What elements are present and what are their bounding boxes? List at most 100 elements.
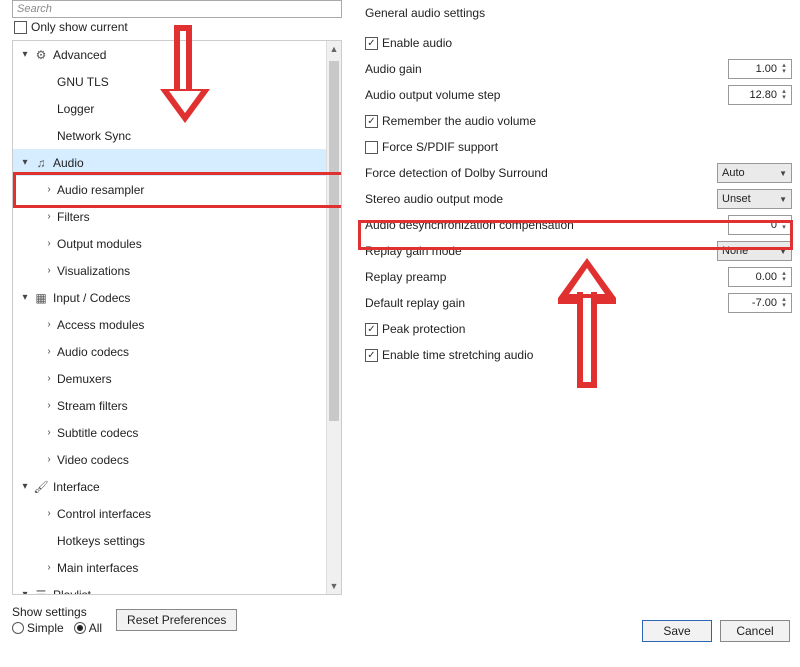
remember-volume-checkbox[interactable] <box>365 115 378 128</box>
tree-label: Audio <box>53 156 326 170</box>
tree-item-subtitle-codecs[interactable]: › Subtitle codecs <box>13 419 326 446</box>
default-replay-gain-input[interactable]: -7.00 ▴▾ <box>728 293 792 313</box>
numeric-value: 0.00 <box>733 271 779 283</box>
chevron-right-icon: › <box>43 562 55 573</box>
setting-label: Replay preamp <box>365 270 446 284</box>
force-spdif-checkbox[interactable] <box>365 141 378 154</box>
save-button[interactable]: Save <box>642 620 712 642</box>
force-spdif-row[interactable]: Force S/PDIF support <box>365 134 795 160</box>
peak-protection-row[interactable]: Peak protection <box>365 316 795 342</box>
volume-step-input[interactable]: 12.80 ▴▾ <box>728 85 792 105</box>
chevron-down-icon: ▾ <box>19 481 31 492</box>
tree-item-control-interfaces[interactable]: › Control interfaces <box>13 500 326 527</box>
tree-label: Input / Codecs <box>53 291 326 305</box>
radio-label: All <box>89 621 102 635</box>
spinner-icon[interactable]: ▴▾ <box>779 89 789 101</box>
tree-item-logger[interactable]: Logger <box>13 95 326 122</box>
tree-label: Advanced <box>53 48 326 62</box>
stereo-mode-select[interactable]: Unset ▼ <box>717 189 792 209</box>
radio-icon <box>74 622 86 634</box>
search-input[interactable]: Search <box>12 0 342 18</box>
reset-preferences-button[interactable]: Reset Preferences <box>116 609 237 631</box>
tree-label: Playlist <box>53 588 326 596</box>
show-all-radio[interactable]: All <box>74 621 102 635</box>
tree-item-visualizations[interactable]: › Visualizations <box>13 257 326 284</box>
tree-item-playlist[interactable]: ▾ ☰ Playlist <box>13 581 326 595</box>
tree-item-demuxers[interactable]: › Demuxers <box>13 365 326 392</box>
show-settings-label: Show settings <box>12 605 102 619</box>
scroll-thumb[interactable] <box>329 61 339 421</box>
scroll-up-icon[interactable]: ▲ <box>327 41 341 57</box>
setting-label: Force S/PDIF support <box>382 140 498 154</box>
scroll-down-icon[interactable]: ▼ <box>327 578 341 594</box>
cancel-button[interactable]: Cancel <box>720 620 790 642</box>
only-show-current-label: Only show current <box>31 20 128 34</box>
spinner-icon[interactable]: ▴▾ <box>779 297 789 309</box>
tree-item-input-codecs[interactable]: ▾ ▦ Input / Codecs <box>13 284 326 311</box>
chevron-down-icon: ▼ <box>779 169 787 178</box>
setting-label: Stereo audio output mode <box>365 192 503 206</box>
tree-item-stream-filters[interactable]: › Stream filters <box>13 392 326 419</box>
tree-scrollbar[interactable]: ▲ ▼ <box>326 41 341 594</box>
tree-item-audio-codecs[interactable]: › Audio codecs <box>13 338 326 365</box>
tree-item-filters[interactable]: › Filters <box>13 203 326 230</box>
remember-volume-row[interactable]: Remember the audio volume <box>365 108 795 134</box>
only-show-current-row[interactable]: Only show current <box>12 18 342 40</box>
tree-item-video-codecs[interactable]: › Video codecs <box>13 446 326 473</box>
spinner-icon[interactable]: ▴▾ <box>779 219 789 231</box>
replay-preamp-input[interactable]: 0.00 ▴▾ <box>728 267 792 287</box>
gear-icon: ⚙ <box>33 48 49 62</box>
select-value: Unset <box>722 193 751 205</box>
chevron-right-icon: › <box>43 238 55 249</box>
tree-item-audio[interactable]: ▾ ♫ Audio <box>13 149 326 176</box>
enable-audio-row[interactable]: Enable audio <box>365 30 795 56</box>
chevron-down-icon: ▾ <box>19 292 31 303</box>
enable-audio-checkbox[interactable] <box>365 37 378 50</box>
chevron-right-icon: › <box>43 319 55 330</box>
numeric-value: 0 <box>733 219 779 231</box>
spinner-icon[interactable]: ▴▾ <box>779 271 789 283</box>
footer-right: Save Cancel <box>642 620 790 642</box>
numeric-value: 1.00 <box>733 63 779 75</box>
music-note-icon: ♫ <box>33 156 49 170</box>
footer-left: Show settings Simple All Reset Preferenc… <box>12 605 237 635</box>
tree-label: Output modules <box>57 237 326 251</box>
tree-label: Video codecs <box>57 453 326 467</box>
tree-label: GNU TLS <box>57 75 326 89</box>
only-show-current-checkbox[interactable] <box>14 21 27 34</box>
dolby-detect-select[interactable]: Auto ▼ <box>717 163 792 183</box>
setting-label: Audio desynchronization compensation <box>365 218 574 232</box>
time-stretch-checkbox[interactable] <box>365 349 378 362</box>
tree-item-advanced[interactable]: ▾ ⚙ Advanced <box>13 41 326 68</box>
desync-comp-input[interactable]: 0 ▴▾ <box>728 215 792 235</box>
tree-item-access-modules[interactable]: › Access modules <box>13 311 326 338</box>
chevron-down-icon: ▾ <box>19 589 31 595</box>
tree-item-main-interfaces[interactable]: › Main interfaces <box>13 554 326 581</box>
setting-label: Enable audio <box>382 36 452 50</box>
spinner-icon[interactable]: ▴▾ <box>779 63 789 75</box>
radio-icon <box>12 622 24 634</box>
show-simple-radio[interactable]: Simple <box>12 621 64 635</box>
tree-item-gnu-tls[interactable]: GNU TLS <box>13 68 326 95</box>
audio-gain-input[interactable]: 1.00 ▴▾ <box>728 59 792 79</box>
radio-label: Simple <box>27 621 64 635</box>
chevron-right-icon: › <box>43 184 55 195</box>
tree-item-audio-resampler[interactable]: › Audio resampler <box>13 176 326 203</box>
film-icon: ▦ <box>33 291 49 305</box>
playlist-icon: ☰ <box>33 588 49 596</box>
chevron-right-icon: › <box>43 373 55 384</box>
tree-item-interface[interactable]: ▾ 🖌 Interface <box>13 473 326 500</box>
chevron-down-icon: ▼ <box>779 195 787 204</box>
tree-item-hotkeys[interactable]: Hotkeys settings <box>13 527 326 554</box>
tree-item-network-sync[interactable]: Network Sync <box>13 122 326 149</box>
replay-gain-mode-select[interactable]: None ▼ <box>717 241 792 261</box>
chevron-right-icon: › <box>43 400 55 411</box>
tree-label: Logger <box>57 102 326 116</box>
tree-item-output-modules[interactable]: › Output modules <box>13 230 326 257</box>
peak-protection-checkbox[interactable] <box>365 323 378 336</box>
section-title: General audio settings <box>365 6 795 20</box>
setting-label: Replay gain mode <box>365 244 462 258</box>
time-stretch-row[interactable]: Enable time stretching audio <box>365 342 795 368</box>
tree-label: Network Sync <box>57 129 326 143</box>
chevron-down-icon: ▼ <box>779 247 787 256</box>
